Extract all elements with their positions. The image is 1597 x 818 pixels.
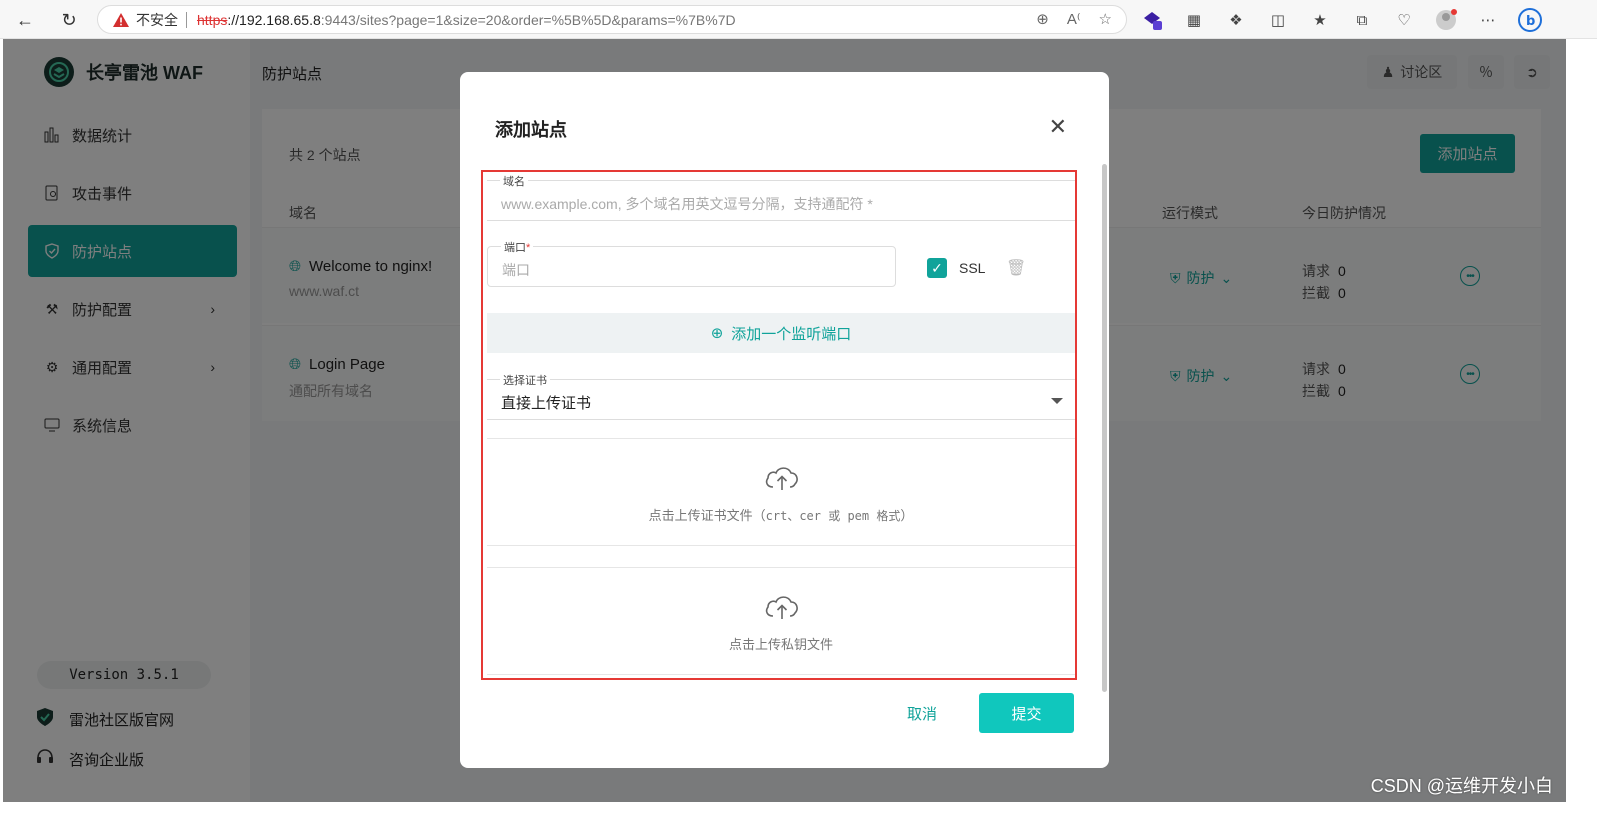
more-menu-icon[interactable]: ⋯ — [1476, 8, 1500, 32]
highlight-annotation — [481, 170, 1077, 680]
separator — [186, 11, 187, 28]
collections-icon[interactable]: ⧉ — [1350, 8, 1374, 32]
cancel-button[interactable]: 取消 — [892, 693, 952, 733]
insecure-label: 不安全 — [136, 11, 178, 28]
url-actions: ⊕ A⁽ ☆ — [1036, 10, 1112, 28]
health-icon[interactable]: ♡ — [1392, 8, 1416, 32]
reload-icon[interactable]: ↻ — [56, 7, 82, 33]
back-icon[interactable]: ← — [12, 7, 38, 33]
zoom-icon[interactable]: ⊕ — [1036, 10, 1049, 28]
extension-icons: ▦ ❖ ◫ ★ ⧉ ♡ ⋯ b — [1140, 8, 1542, 32]
profile-avatar-icon[interactable] — [1434, 8, 1458, 32]
read-aloud-icon[interactable]: A⁽ — [1067, 10, 1081, 28]
url-scheme: https — [197, 11, 228, 28]
address-bar[interactable]: 不安全 https://192.168.65.8:9443/sites?page… — [97, 5, 1127, 34]
dialog-title: 添加站点 — [495, 120, 567, 140]
add-site-dialog: 添加站点 ✕ 域名 www.example.com, 多个域名用英文逗号分隔，支… — [460, 72, 1109, 768]
bing-icon[interactable]: b — [1518, 8, 1542, 32]
url-host: ://192.168.65.8 — [227, 11, 321, 28]
submit-button[interactable]: 提交 — [979, 693, 1074, 733]
split-screen-icon[interactable]: ◫ — [1266, 8, 1290, 32]
warning-icon — [113, 12, 129, 27]
close-icon[interactable]: ✕ — [1049, 114, 1067, 140]
favorite-star-icon[interactable]: ☆ — [1099, 10, 1112, 28]
browser-toolbar: ← ↻ 不安全 https://192.168.65.8:9443/sites?… — [0, 0, 1597, 39]
watermark: CSDN @运维开发小白 — [1370, 776, 1553, 796]
favorites-icon[interactable]: ★ — [1308, 8, 1332, 32]
dialog-scrollbar[interactable] — [1102, 164, 1107, 692]
extension-badge-icon[interactable] — [1140, 8, 1164, 32]
url-path: :9443/sites?page=1&size=20&order=%5B%5D&… — [320, 11, 736, 28]
puzzle-icon[interactable]: ❖ — [1224, 8, 1248, 32]
qr-code-icon[interactable]: ▦ — [1182, 8, 1206, 32]
svg-text:b: b — [1526, 14, 1535, 29]
